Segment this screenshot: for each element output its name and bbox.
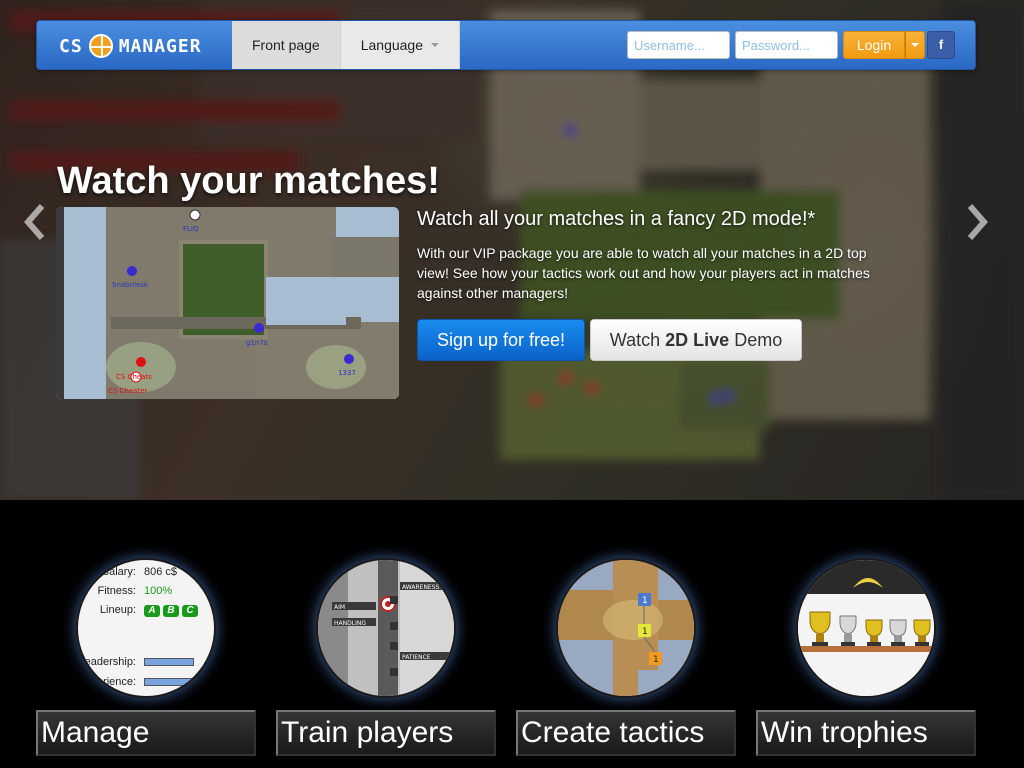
thumb-player-name: CS Cheats	[116, 373, 152, 381]
login-button[interactable]: Login	[843, 31, 905, 59]
skill-label: PATIENCE	[402, 654, 431, 661]
salary-value: 806 c$	[144, 566, 178, 578]
tab-language[interactable]: Language	[340, 21, 461, 69]
feature-train-players[interactable]: AWARENESS AIM HANDLING PATIENCE Train pl…	[276, 500, 496, 768]
chevron-right-icon	[967, 204, 988, 240]
demo-label-post: Demo	[729, 330, 783, 350]
demo-label-bold: 2D Live	[665, 330, 730, 350]
brand-logo[interactable]: CS MANAGER	[59, 33, 202, 59]
feature-create-tactics[interactable]: 1 1 1 Create tactics	[516, 500, 736, 768]
skill-label: AWARENESS	[402, 584, 440, 591]
tactic-marker: 1	[642, 596, 648, 606]
watch-demo-button[interactable]: Watch 2D Live Demo	[590, 319, 802, 361]
hero-title: Watch your matches!	[57, 160, 440, 202]
match-2d-map: FLIQ Snabnlesk g1n7s 1337 CS Cheats CS C…	[56, 207, 399, 399]
chevron-left-icon	[24, 204, 45, 240]
hero-description: With our VIP package you are able to wat…	[417, 245, 870, 301]
leadership-label: Leadership:	[78, 656, 137, 668]
trophy-icon	[889, 619, 907, 646]
feature-win-trophies-label: Win trophies	[756, 710, 976, 756]
leadership-bar	[144, 658, 194, 666]
match-2d-thumbnail[interactable]: FLIQ Snabnlesk g1n7s 1337 CS Cheats CS C…	[56, 207, 399, 399]
train-preview-skills: AWARENESS AIM HANDLING PATIENCE	[318, 560, 454, 696]
thumb-player-name: Snabnlesk	[112, 281, 149, 289]
carousel-next-button[interactable]	[962, 200, 990, 244]
feature-train-players-label: Train players	[276, 710, 496, 756]
logo-crosshair-icon	[88, 34, 113, 58]
top-navbar: CS MANAGER Front page Language Login f	[36, 20, 976, 70]
brand-text-manager: MANAGER	[118, 35, 202, 57]
lineup-badge: C	[182, 605, 198, 617]
manage-preview-circle: Salary: 806 c$ Fitness: 100% Lineup: ABC L…	[76, 558, 216, 698]
password-input[interactable]	[735, 31, 838, 59]
demo-label-pre: Watch	[609, 330, 666, 350]
feature-manage[interactable]: Salary: 806 c$ Fitness: 100% Lineup: ABC L…	[36, 500, 256, 768]
thumb-player-name: 1337	[338, 369, 356, 377]
facebook-icon: f	[938, 37, 944, 52]
trophy-icon	[865, 619, 883, 646]
caret-down-icon	[911, 43, 919, 47]
hero-subheading: Watch all your matches in a fancy 2D mod…	[417, 208, 816, 230]
skill-label: HANDLING	[334, 620, 366, 627]
tactics-preview-map: 1 1 1	[558, 560, 694, 696]
feature-win-trophies[interactable]: Win trophies	[756, 500, 976, 768]
signup-button[interactable]: Sign up for free!	[417, 319, 585, 361]
feature-create-tactics-label: Create tactics	[516, 710, 736, 756]
salary-label: Salary:	[101, 566, 136, 578]
trophies-preview-shelf	[798, 560, 934, 696]
trophy-icon	[913, 619, 931, 646]
fitness-label: Fitness:	[97, 585, 136, 597]
feature-manage-label: Manage	[36, 710, 256, 756]
fitness-value: 100%	[144, 585, 173, 597]
username-input[interactable]	[627, 31, 730, 59]
trophies-preview-circle	[796, 558, 936, 698]
facebook-login-button[interactable]: f	[927, 31, 955, 59]
tactics-preview-circle: 1 1 1	[556, 558, 696, 698]
brand-text-cs: CS	[59, 35, 83, 57]
tactic-marker: 1	[653, 655, 659, 665]
lineup-label: Lineup:	[99, 604, 136, 616]
experience-label: Experience:	[78, 676, 137, 688]
lineup-badge: B	[163, 605, 179, 617]
thumb-player-name: g1n7s	[246, 339, 268, 347]
skill-label: AIM	[334, 604, 345, 611]
thumb-player-name: CS Cheater	[108, 387, 148, 395]
carousel-prev-button[interactable]	[22, 200, 50, 244]
hero-carousel: CS MANAGER Front page Language Login f W…	[0, 0, 1024, 500]
experience-bar	[144, 678, 194, 686]
tab-front-page-label: Front page	[252, 37, 320, 53]
tab-front-page[interactable]: Front page	[232, 21, 341, 69]
features-section: Salary: 806 c$ Fitness: 100% Lineup: ABC L…	[0, 500, 1024, 768]
nav-tabs: Front page Language	[232, 21, 461, 69]
thumb-player-name: FLIQ	[183, 225, 199, 233]
lineup-badge: A	[144, 605, 160, 617]
tactic-marker: 1	[642, 627, 648, 637]
train-preview-circle: AWARENESS AIM HANDLING PATIENCE	[316, 558, 456, 698]
caret-down-icon	[431, 43, 440, 47]
tab-language-label: Language	[360, 37, 424, 53]
login-options-button[interactable]	[905, 31, 925, 59]
